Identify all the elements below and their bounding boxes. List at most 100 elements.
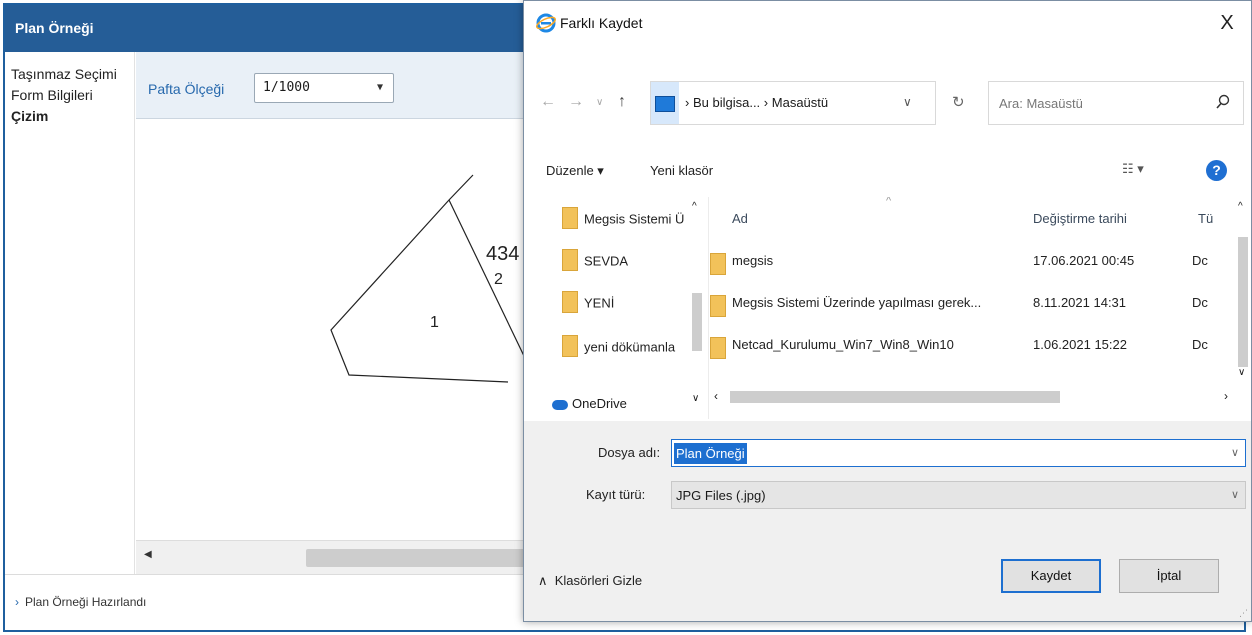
sidebar-item-tasinmaz-secimi[interactable]: Taşınmaz Seçimi (11, 64, 134, 85)
sidebar-item-form-bilgileri[interactable]: Form Bilgileri (11, 85, 134, 106)
file-date: 17.06.2021 00:45 (1033, 253, 1135, 268)
scroll-left-icon[interactable]: ◀ (144, 549, 152, 560)
scroll-down-icon[interactable]: ∨ (692, 393, 699, 404)
sort-ascending-icon: ^ (886, 197, 892, 207)
scale-label: Pafta Ölçeği (148, 81, 225, 97)
file-date: 8.11.2021 14:31 (1033, 295, 1127, 310)
nav-folder-label: Megsis Sistemi Ü (584, 211, 685, 227)
scroll-left-icon[interactable]: ‹ (714, 389, 718, 403)
scrollbar-thumb[interactable] (692, 293, 702, 351)
file-list: ^ Ad Değiştirme tarihi Tü megsis 17.06.2… (710, 197, 1251, 419)
file-list-vertical-scrollbar[interactable]: ^ ∨ (1234, 197, 1251, 397)
view-options-icon[interactable]: ☷ ▾ (1122, 161, 1144, 177)
app-sidebar: Taşınmaz Seçimi Form Bilgileri Çizim (5, 52, 135, 574)
chevron-right-icon: › (15, 595, 19, 609)
parcel-boundary (330, 174, 509, 383)
column-header-type[interactable]: Tü (1198, 211, 1213, 226)
search-input[interactable] (989, 82, 1209, 124)
dialog-titlebar: Farklı Kaydet X (524, 1, 1251, 47)
scale-select[interactable]: 1/1000 ▼ (254, 73, 394, 103)
nav-scrollbar[interactable]: ^ ∨ (688, 197, 706, 419)
file-name: Netcad_Kurulumu_Win7_Win8_Win10 (732, 337, 954, 352)
up-arrow-icon[interactable]: ↑ (618, 93, 626, 111)
internet-explorer-icon (536, 13, 556, 33)
folder-icon (562, 335, 578, 357)
scroll-right-icon[interactable]: › (1224, 389, 1228, 403)
scrollbar-thumb[interactable] (730, 391, 1060, 403)
file-type: Dc (1192, 295, 1208, 310)
folder-icon (562, 291, 578, 313)
hide-folders-toggle[interactable]: ∧ Klasörleri Gizle (538, 573, 642, 589)
nav-folder-item[interactable]: Megsis Sistemi Ü (562, 207, 685, 235)
chevron-down-icon[interactable]: ∨ (1231, 446, 1239, 459)
file-name: megsis (732, 253, 774, 268)
breadcrumb-separator: › (685, 95, 690, 110)
cancel-button[interactable]: İptal (1119, 559, 1219, 593)
parcel-divider (448, 199, 525, 357)
resize-grip-icon[interactable]: ⋰ (1239, 608, 1248, 619)
parcel-label-2: 2 (494, 271, 503, 288)
address-bar[interactable]: › Bu bilgisa... › Masaüstü ∨ (650, 81, 936, 125)
dialog-footer: Dosya adı: Plan Örneği ∨ Kayıt türü: JPG… (524, 421, 1251, 621)
filetype-value: JPG Files (.jpg) (676, 488, 766, 503)
hide-folders-label: Klasörleri Gizle (554, 573, 643, 588)
file-row[interactable]: Megsis Sistemi Üzerinde yapılması gerek.… (710, 287, 1230, 321)
parcel-label-1: 1 (430, 314, 439, 331)
navigation-pane: Megsis Sistemi Ü SEVDA YENİ yeni döküman… (524, 197, 709, 419)
breadcrumb-root[interactable]: Bu bilgisa... (693, 95, 760, 110)
file-row[interactable]: Netcad_Kurulumu_Win7_Win8_Win10 1.06.202… (710, 329, 1230, 363)
nav-folder-item[interactable]: YENİ (562, 291, 615, 319)
file-date: 1.06.2021 15:22 (1033, 337, 1127, 352)
scroll-up-icon[interactable]: ^ (692, 201, 697, 212)
column-header-date[interactable]: Değiştirme tarihi (1033, 211, 1127, 226)
address-row: ← → ∨ ↑ › Bu bilgisa... › Masaüstü ∨ ↻ (524, 81, 1251, 125)
onedrive-label: OneDrive (572, 396, 627, 411)
filetype-label: Kayıt türü: (586, 487, 646, 502)
folder-icon (562, 249, 578, 271)
nav-item-onedrive[interactable]: OneDrive (552, 396, 627, 411)
folder-icon (562, 207, 578, 229)
nav-folder-item[interactable]: yeni dökümanla (562, 335, 676, 363)
scrollbar-thumb[interactable] (1238, 237, 1248, 367)
chevron-down-icon[interactable]: ∨ (903, 95, 912, 109)
nav-folder-item[interactable]: SEVDA (562, 249, 629, 277)
computer-icon (655, 96, 675, 112)
organize-button[interactable]: Düzenle ▾ (546, 163, 604, 179)
command-bar: Düzenle ▾ Yeni klasör ☷ ▾ ? (524, 151, 1251, 191)
sidebar-item-cizim[interactable]: Çizim (11, 106, 134, 127)
nav-folder-label: SEVDA (584, 253, 629, 269)
file-row[interactable]: megsis 17.06.2021 00:45 Dc (710, 245, 1230, 279)
scroll-up-icon[interactable]: ^ (1238, 201, 1243, 212)
folder-icon (710, 253, 726, 275)
nav-folder-label: yeni dökümanla (584, 339, 676, 355)
chevron-down-icon[interactable]: ∨ (1231, 488, 1239, 501)
nav-folder-label: YENİ (584, 295, 615, 311)
filetype-select[interactable]: JPG Files (.jpg) ∨ (671, 481, 1246, 509)
search-box[interactable] (988, 81, 1244, 125)
recent-locations-icon[interactable]: ∨ (596, 97, 603, 108)
cloud-icon (552, 399, 568, 410)
dropdown-arrow-icon: ▼ (376, 82, 383, 93)
new-folder-button[interactable]: Yeni klasör (650, 163, 713, 178)
close-button[interactable]: X (1213, 9, 1241, 37)
forward-arrow-icon[interactable]: → (568, 93, 584, 111)
filename-field[interactable]: Plan Örneği ∨ (671, 439, 1246, 467)
file-name: Megsis Sistemi Üzerinde yapılması gerek.… (732, 295, 982, 310)
refresh-icon[interactable]: ↻ (952, 93, 965, 111)
search-icon[interactable] (1215, 94, 1231, 110)
scroll-down-icon[interactable]: ∨ (1238, 367, 1245, 378)
breadcrumb-current[interactable]: Masaüstü (772, 95, 828, 110)
save-button[interactable]: Kaydet (1001, 559, 1101, 593)
block-number-label: 434 (486, 243, 519, 265)
back-arrow-icon[interactable]: ← (540, 93, 556, 111)
breadcrumb: › Bu bilgisa... › Masaüstü (685, 95, 828, 110)
help-icon[interactable]: ? (1206, 160, 1227, 181)
filename-label: Dosya adı: (598, 445, 661, 460)
status-text: Plan Örneği Hazırlandı (25, 595, 147, 609)
file-list-horizontal-scrollbar[interactable]: ‹ › (710, 387, 1251, 407)
chevron-up-icon: ∧ (538, 573, 548, 588)
dialog-title: Farklı Kaydet (560, 15, 643, 31)
folder-icon (710, 295, 726, 317)
filename-value[interactable]: Plan Örneği (674, 443, 747, 464)
column-header-name[interactable]: Ad (732, 211, 748, 226)
